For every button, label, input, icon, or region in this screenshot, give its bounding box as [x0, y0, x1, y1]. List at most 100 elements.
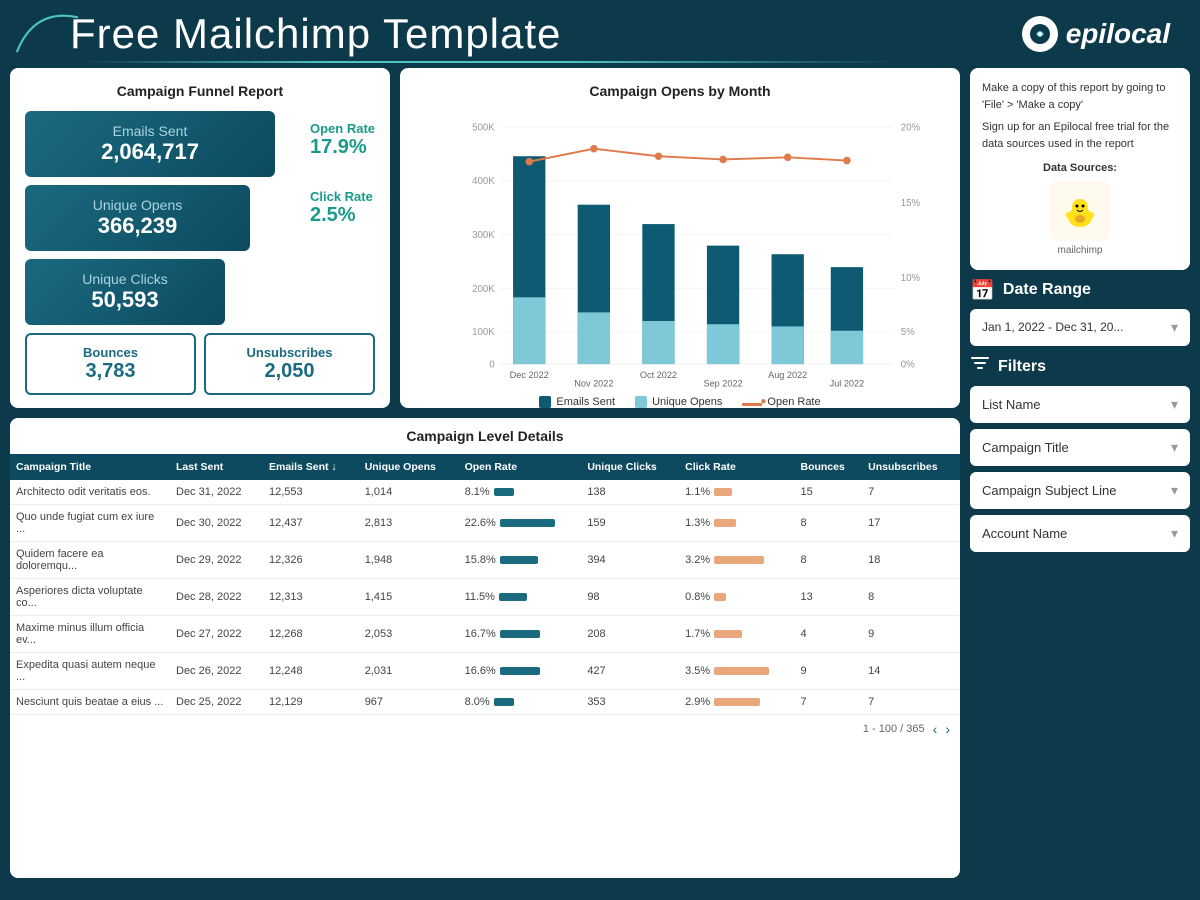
cell-click-rate: 1.7% [679, 616, 794, 653]
legend-rate-icon: ● [742, 403, 762, 406]
col-unsubscribes: Unsubscribes [862, 454, 960, 480]
cell-emails: 12,437 [263, 505, 359, 542]
date-range-arrow-icon: ▾ [1171, 319, 1178, 336]
cell-campaign-title: Architecto odit veritatis eos. [10, 480, 170, 505]
mailchimp-text: mailchimp [982, 243, 1178, 258]
campaign-title-arrow-icon: ▾ [1171, 439, 1178, 456]
svg-text:Oct 2022: Oct 2022 [640, 370, 677, 380]
cell-click-rate: 2.9% [679, 690, 794, 715]
emails-sent-value: 2,064,717 [40, 139, 260, 165]
top-row: Campaign Funnel Report Emails Sent 2,064… [10, 68, 960, 408]
cell-opens: 2,053 [359, 616, 459, 653]
click-rate-bar [714, 698, 760, 706]
svg-text:20%: 20% [901, 122, 921, 133]
info-text1: Make a copy of this report by going to '… [982, 80, 1178, 113]
chart-panel: Campaign Opens by Month 500K 400K 300K 2… [400, 68, 960, 408]
cell-open-rate: 8.0% [459, 690, 582, 715]
open-rate-bar [500, 630, 540, 638]
cell-campaign-title: Nesciunt quis beatae a eius ... [10, 690, 170, 715]
open-rate-bar [499, 593, 527, 601]
cell-clicks: 353 [581, 690, 679, 715]
cell-opens: 1,948 [359, 542, 459, 579]
svg-text:300K: 300K [472, 230, 495, 241]
click-rate-bar [714, 556, 764, 564]
col-unique-opens: Unique Opens [359, 454, 459, 480]
legend-rate-label: Open Rate [767, 396, 820, 408]
cell-unsubscribes: 7 [862, 480, 960, 505]
page-title: Free Mailchimp Template [70, 10, 561, 57]
campaign-title-label: Campaign Title [982, 440, 1069, 455]
prev-page-button[interactable]: ‹ [933, 721, 938, 737]
filters-label: Filters [970, 354, 1190, 380]
bar-chart: 500K 400K 300K 200K 100K 0 20% 15% 10% 5… [415, 111, 945, 391]
funnel-panel: Campaign Funnel Report Emails Sent 2,064… [10, 68, 390, 408]
unique-clicks-box: Unique Clicks 50,593 [25, 259, 225, 325]
svg-text:400K: 400K [472, 176, 495, 187]
filters-section: Filters List Name ▾ Campaign Title ▾ Cam… [970, 354, 1190, 558]
table-header-row: Campaign Title Last Sent Emails Sent ↓ U… [10, 454, 960, 480]
emails-sent-label: Emails Sent [40, 123, 260, 139]
click-rate-bar [714, 488, 732, 496]
funnel-container: Emails Sent 2,064,717 Unique Opens 366,2… [25, 111, 375, 325]
next-page-button[interactable]: › [945, 721, 950, 737]
cell-unsubscribes: 18 [862, 542, 960, 579]
list-name-filter[interactable]: List Name ▾ [970, 386, 1190, 423]
cell-emails: 12,248 [263, 653, 359, 690]
svg-text:Sep 2022: Sep 2022 [704, 379, 743, 389]
cell-emails: 12,553 [263, 480, 359, 505]
legend-opens-icon [635, 396, 647, 408]
logo: epilocal [1022, 16, 1170, 52]
campaign-title-filter[interactable]: Campaign Title ▾ [970, 429, 1190, 466]
svg-text:Nov 2022: Nov 2022 [574, 379, 613, 389]
cell-unsubscribes: 7 [862, 690, 960, 715]
chart-legend: Emails Sent Unique Opens ● Open Rate [415, 396, 945, 408]
unique-clicks-value: 50,593 [40, 287, 210, 313]
table-row: Maxime minus illum officia ev... Dec 27,… [10, 616, 960, 653]
calendar-icon: 📅 [970, 278, 995, 303]
account-name-filter[interactable]: Account Name ▾ [970, 515, 1190, 552]
open-rate-bar [494, 488, 514, 496]
cell-last-sent: Dec 30, 2022 [170, 505, 263, 542]
pagination: 1 - 100 / 365 ‹ › [10, 715, 960, 743]
campaign-subject-arrow-icon: ▾ [1171, 482, 1178, 499]
cell-bounces: 9 [794, 653, 862, 690]
unique-opens-label: Unique Opens [40, 197, 235, 213]
cell-open-rate: 16.6% [459, 653, 582, 690]
campaign-subject-filter[interactable]: Campaign Subject Line ▾ [970, 472, 1190, 509]
open-rate-bar [500, 556, 538, 564]
right-sidebar: Make a copy of this report by going to '… [970, 68, 1190, 878]
cell-bounces: 7 [794, 690, 862, 715]
cell-opens: 967 [359, 690, 459, 715]
cell-click-rate: 1.1% [679, 480, 794, 505]
open-rate-label: Open Rate [310, 121, 375, 136]
open-rate-bar [500, 667, 540, 675]
cell-opens: 1,014 [359, 480, 459, 505]
col-bounces: Bounces [794, 454, 862, 480]
bounces-box: Bounces 3,783 [25, 333, 196, 395]
svg-text:200K: 200K [472, 284, 495, 295]
unique-clicks-label: Unique Clicks [40, 271, 210, 287]
logo-icon [1022, 16, 1058, 52]
table-title: Campaign Level Details [10, 418, 960, 454]
col-click-rate: Click Rate [679, 454, 794, 480]
cell-clicks: 159 [581, 505, 679, 542]
cell-emails: 12,313 [263, 579, 359, 616]
col-emails-sent[interactable]: Emails Sent ↓ [263, 454, 359, 480]
cell-open-rate: 8.1% [459, 480, 582, 505]
table-body: Architecto odit veritatis eos. Dec 31, 2… [10, 480, 960, 715]
cell-opens: 2,031 [359, 653, 459, 690]
legend-emails-sent: Emails Sent [539, 396, 615, 408]
click-rate-bar [714, 667, 769, 675]
open-rate-bar [494, 698, 514, 706]
cell-opens: 1,415 [359, 579, 459, 616]
date-range-dropdown[interactable]: Jan 1, 2022 - Dec 31, 20... ▾ [970, 309, 1190, 346]
cell-clicks: 138 [581, 480, 679, 505]
cell-last-sent: Dec 25, 2022 [170, 690, 263, 715]
cell-bounces: 13 [794, 579, 862, 616]
svg-text:Dec 2022: Dec 2022 [510, 370, 549, 380]
svg-text:Jul 2022: Jul 2022 [830, 379, 865, 389]
legend-emails-icon [539, 396, 551, 408]
click-rate-bar [714, 630, 742, 638]
cell-last-sent: Dec 28, 2022 [170, 579, 263, 616]
header-line [80, 61, 900, 63]
